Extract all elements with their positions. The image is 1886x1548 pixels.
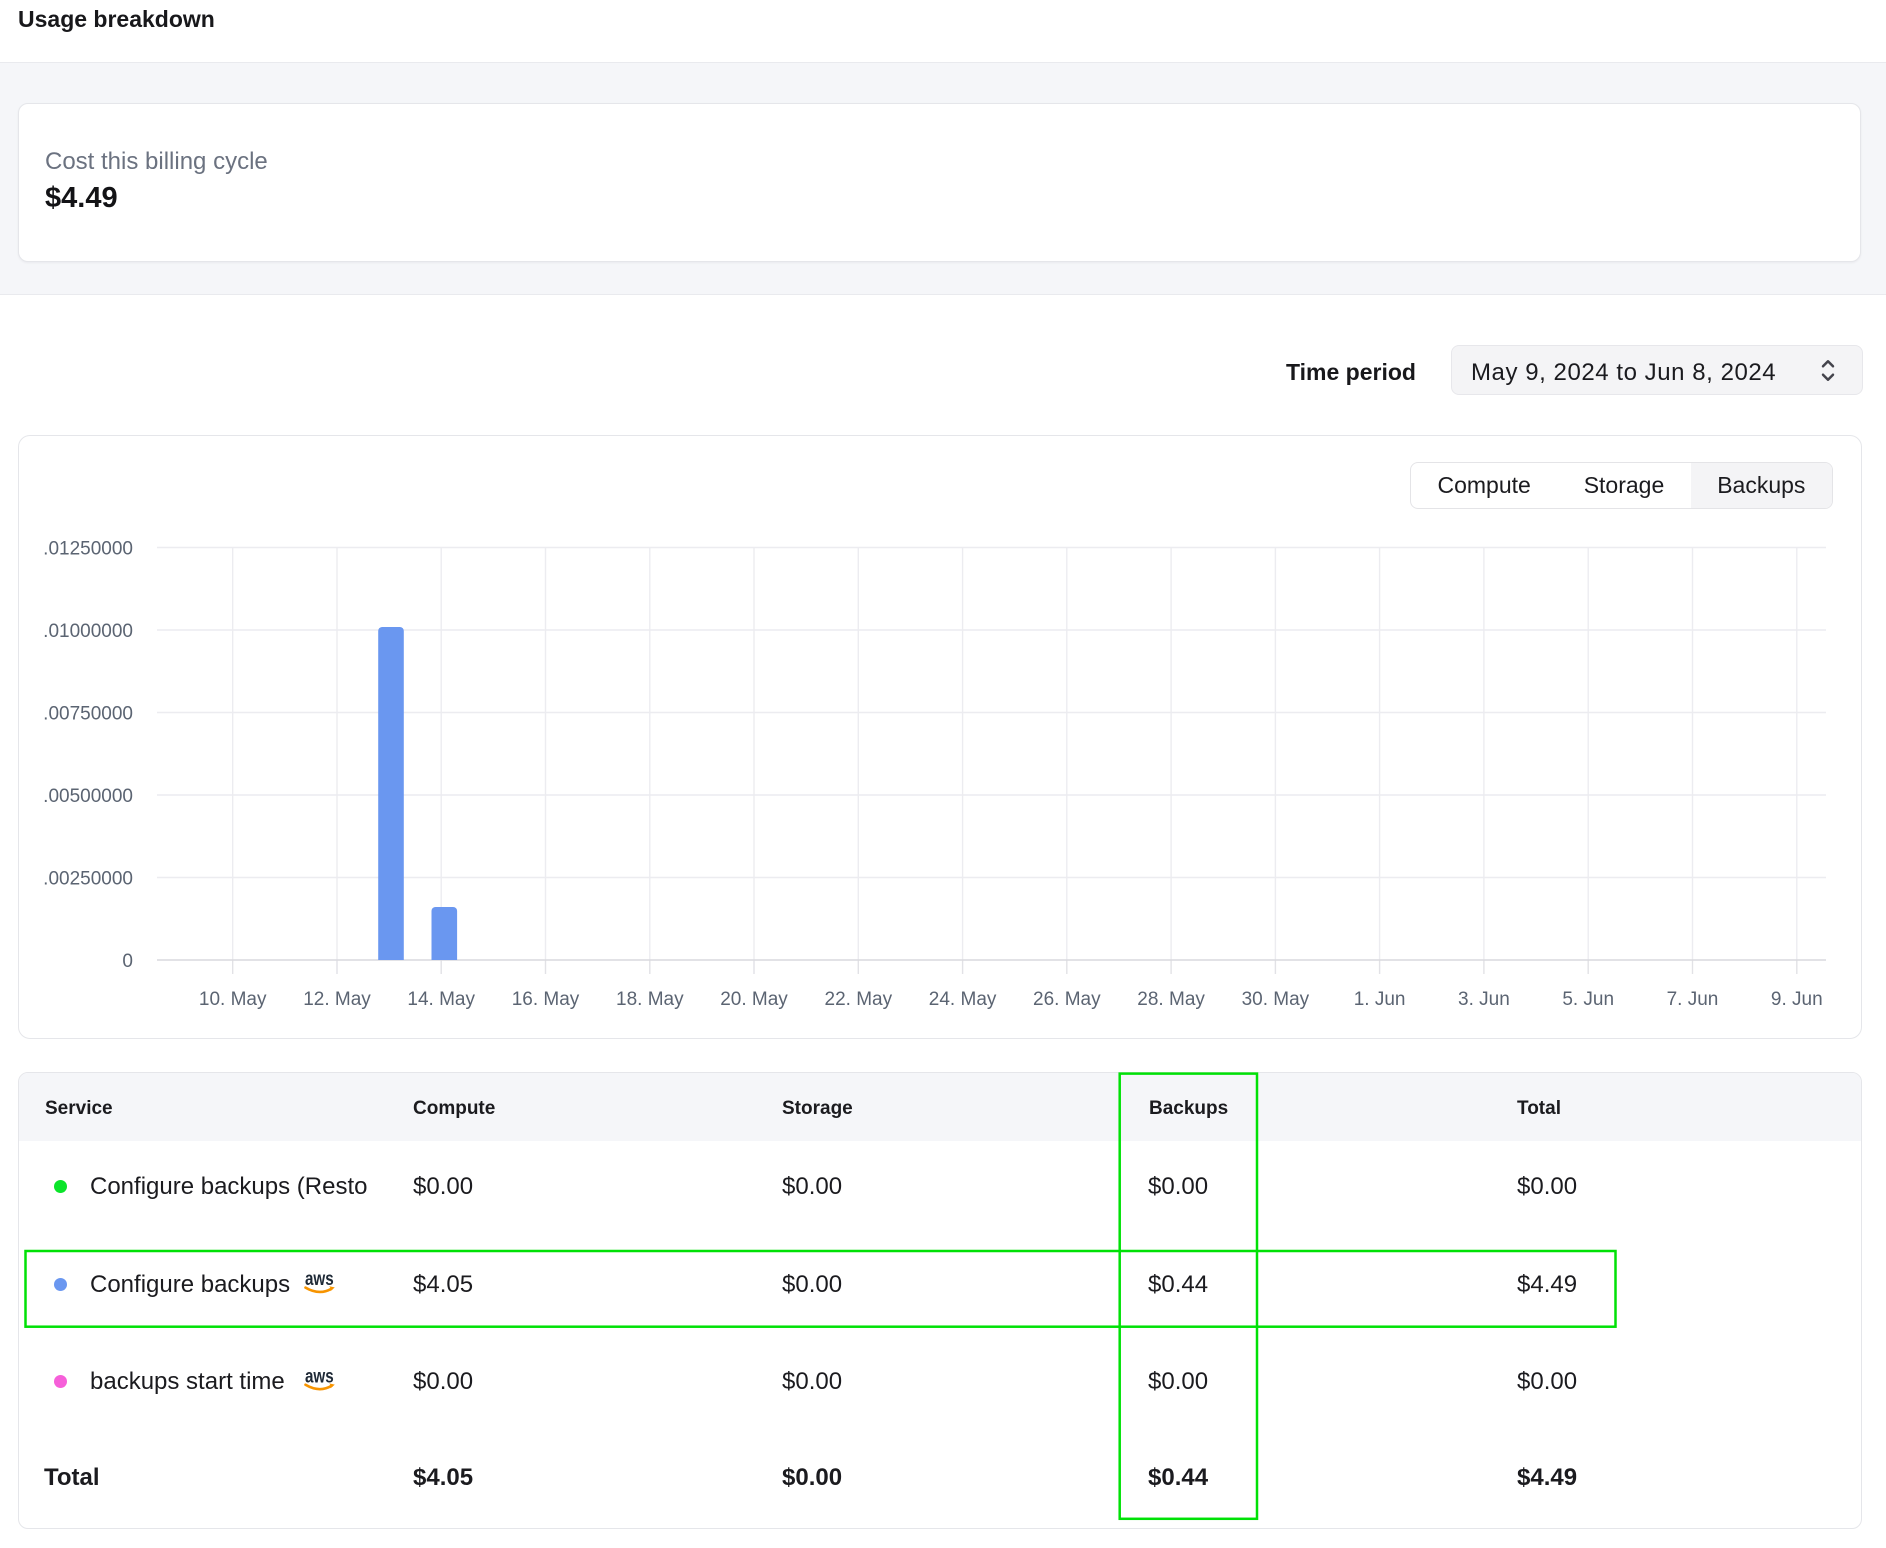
- svg-text:.00250000: .00250000: [43, 869, 133, 890]
- svg-text:9. Jun: 9. Jun: [1771, 989, 1823, 1010]
- svg-text:1. Jun: 1. Jun: [1354, 989, 1406, 1010]
- svg-text:12. May: 12. May: [303, 989, 371, 1010]
- svg-text:.00750000: .00750000: [43, 704, 133, 725]
- svg-text:5. Jun: 5. Jun: [1562, 989, 1614, 1010]
- svg-text:3. Jun: 3. Jun: [1458, 989, 1510, 1010]
- svg-text:16. May: 16. May: [512, 989, 580, 1010]
- svg-text:22. May: 22. May: [825, 989, 893, 1010]
- svg-text:0: 0: [122, 951, 133, 972]
- svg-text:.00500000: .00500000: [43, 786, 133, 807]
- svg-text:28. May: 28. May: [1137, 989, 1205, 1010]
- svg-text:18. May: 18. May: [616, 989, 684, 1010]
- svg-text:20. May: 20. May: [720, 989, 788, 1010]
- svg-text:.01250000: .01250000: [43, 539, 133, 560]
- svg-text:30. May: 30. May: [1242, 989, 1310, 1010]
- svg-text:24. May: 24. May: [929, 989, 997, 1010]
- svg-text:14. May: 14. May: [407, 989, 475, 1010]
- svg-text:.01000000: .01000000: [43, 621, 133, 642]
- svg-text:7. Jun: 7. Jun: [1667, 989, 1719, 1010]
- svg-text:10. May: 10. May: [199, 989, 267, 1010]
- svg-text:26. May: 26. May: [1033, 989, 1101, 1010]
